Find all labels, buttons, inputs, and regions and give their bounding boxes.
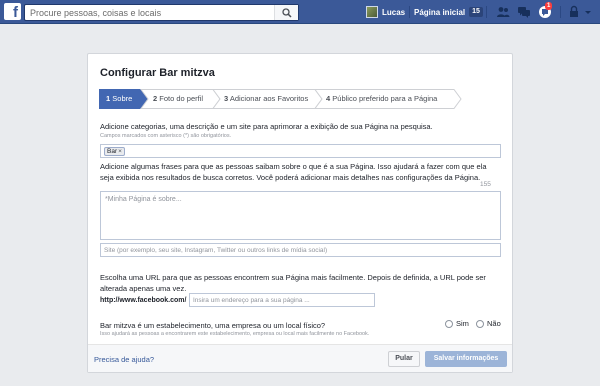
- dialog-title: Configurar Bar mitzva: [100, 67, 215, 79]
- radio-no-circle[interactable]: [476, 319, 484, 328]
- page-url-input[interactable]: [189, 293, 375, 307]
- website-input[interactable]: [100, 243, 501, 257]
- notification-count-badge: 1: [545, 2, 553, 10]
- url-instructions-line1: Escolha uma URL para que as pessoas enco…: [100, 273, 486, 282]
- divider: [560, 6, 561, 18]
- search-input[interactable]: [25, 5, 275, 20]
- home-count-badge: 15: [469, 7, 483, 17]
- step-preferred-audience[interactable]: 4 Público preferido para a Página: [321, 89, 455, 109]
- about-instructions-line2: seja exibida nos resultados de busca cor…: [100, 173, 481, 182]
- friend-requests-icon[interactable]: [496, 5, 510, 19]
- avatar: [366, 6, 378, 18]
- skip-button[interactable]: Pular: [388, 351, 420, 367]
- category-field[interactable]: Bar×: [100, 144, 501, 158]
- divider: [486, 6, 487, 18]
- search-button[interactable]: [274, 5, 298, 20]
- help-link[interactable]: Precisa de ajuda?: [94, 355, 154, 364]
- radio-yes[interactable]: Sim: [445, 319, 469, 328]
- page-setup-dialog: Configurar Bar mitzva 1 Sobre 2 Foto do …: [87, 53, 513, 373]
- intro-text: Adicione categorias, uma descrição e um …: [100, 122, 433, 131]
- account-menu-chevron-down-icon[interactable]: [583, 5, 593, 19]
- character-counter: 155: [480, 181, 491, 188]
- radio-yes-circle[interactable]: [445, 319, 453, 328]
- step-add-favorites[interactable]: 3 Adicionar aos Favoritos: [219, 89, 315, 109]
- step-about[interactable]: 1 Sobre: [101, 89, 141, 109]
- url-instructions-line2: alterada apenas uma vez.: [100, 284, 187, 293]
- divider: [409, 6, 410, 18]
- establishment-question: Bar mitzva é um estabelecimento, uma emp…: [100, 321, 326, 330]
- radio-no[interactable]: Não: [476, 319, 501, 328]
- search-icon: [282, 8, 292, 18]
- setup-steps: 1 Sobre 2 Foto do perfil 3 Adicionar aos…: [99, 89, 502, 109]
- messages-icon[interactable]: [517, 5, 531, 19]
- about-instructions-line1: Adicione algumas frases para que as pess…: [100, 162, 487, 171]
- top-navigation-bar: f Lucas Página inicial 15 1: [0, 0, 600, 24]
- required-note: Campos marcados com asterisco (*) são ob…: [100, 133, 232, 139]
- url-prefix: http://www.facebook.com/: [100, 297, 187, 304]
- home-link[interactable]: Página inicial 15: [414, 5, 483, 19]
- home-label: Página inicial: [414, 7, 466, 17]
- establishment-note: Isso ajudará as pessoas a encontrarem es…: [100, 331, 370, 337]
- step-profile-photo[interactable]: 2 Foto do perfil: [148, 89, 214, 109]
- remove-token-icon[interactable]: ×: [118, 148, 122, 155]
- about-textarea[interactable]: [100, 191, 501, 240]
- privacy-lock-icon[interactable]: [567, 5, 581, 19]
- user-name: Lucas: [382, 7, 406, 17]
- search-box: [24, 4, 299, 21]
- dialog-footer: Precisa de ajuda? Pular Salvar informaçõ…: [88, 344, 512, 372]
- facebook-logo[interactable]: f: [4, 3, 21, 20]
- save-info-button[interactable]: Salvar informações: [425, 351, 507, 367]
- category-token: Bar×: [104, 147, 125, 156]
- profile-link[interactable]: Lucas: [366, 5, 405, 19]
